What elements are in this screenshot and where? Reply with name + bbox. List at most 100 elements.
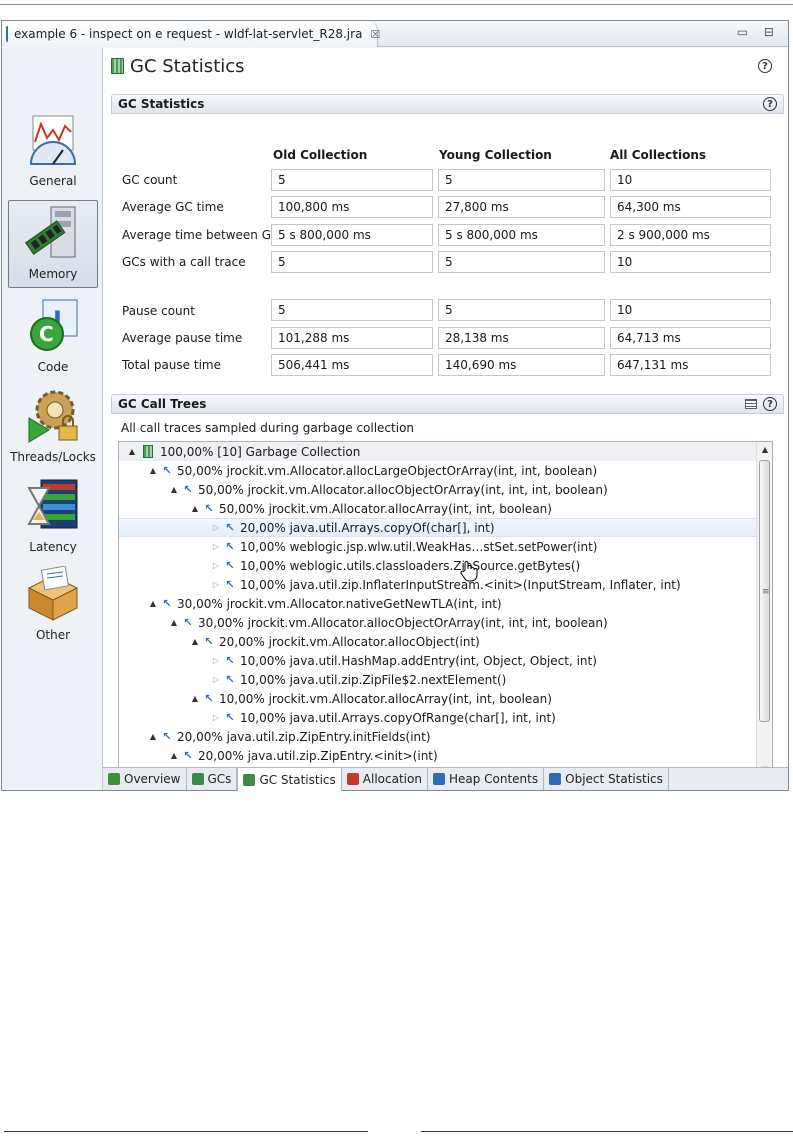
tree-row[interactable]: ▷ ↖ 10,00% java.util.HashMap.addEntry(int,…	[119, 651, 757, 670]
tab-overview[interactable]: Overview	[103, 768, 187, 790]
value-field[interactable]: 10	[610, 299, 771, 321]
tree-row-label: 10,00% java.util.zip.ZipFile$2.nextEleme…	[240, 672, 507, 687]
collapse-arrow-icon[interactable]: ▲	[146, 599, 160, 608]
collapse-arrow-icon[interactable]: ▲	[146, 732, 160, 741]
value-field[interactable]: 5	[271, 299, 433, 321]
trash-icon	[111, 58, 124, 74]
row-label-average-time-between-gc: Average time between GC	[122, 228, 280, 242]
scroll-thumb[interactable]: ≡	[759, 460, 770, 722]
tree-row[interactable]: ▲ ↖ 50,00% jrockit.vm.Allocator.allocLarge…	[119, 461, 757, 480]
value-field[interactable]: 5	[438, 251, 605, 273]
tree-row[interactable]: ▲ ↖ 30,00% jrockit.vm.Allocator.nativeGetN…	[119, 594, 757, 613]
tree-row[interactable]: ▲ ↖ 20,00% jrockit.vm.Allocator.allocObjec…	[119, 632, 757, 651]
method-arrow-icon: ↖	[225, 711, 235, 724]
value-field[interactable]: 100,800 ms	[271, 196, 433, 218]
column-header-all: All Collections	[610, 148, 706, 162]
expand-arrow-icon[interactable]: ▷	[209, 656, 223, 665]
value-field[interactable]: 647,131 ms	[610, 354, 771, 376]
box-icon	[25, 565, 81, 622]
collapse-arrow-icon[interactable]: ▲	[146, 466, 160, 475]
tab-allocation[interactable]: Allocation	[342, 768, 428, 790]
tree-row[interactable]: ▲ ↖ 20,00% java.util.zip.ZipEntry.<init>(i…	[119, 746, 757, 765]
page-title: GC Statistics	[130, 55, 245, 77]
tree-row[interactable]: ▲ ↖ 20,00% java.util.zip.ZipEntry.initFiel…	[119, 727, 757, 746]
tree-row-label: 10,00% java.util.HashMap.addEntry(int, O…	[240, 653, 597, 668]
help-icon[interactable]: ?	[763, 97, 777, 111]
call-tree[interactable]: ▲ 100,00% [10] Garbage Collection ▲ ↖ 50,00%…	[118, 441, 773, 779]
collapse-arrow-icon[interactable]: ▲	[167, 618, 181, 627]
method-arrow-icon: ↖	[225, 559, 235, 572]
tab-heap-contents[interactable]: Heap Contents	[428, 768, 545, 790]
tree-row[interactable]: ▲ ↖ 50,00% jrockit.vm.Allocator.allocArray…	[119, 499, 757, 518]
help-icon[interactable]: ?	[758, 59, 772, 73]
value-field[interactable]: 5 s 800,000 ms	[271, 224, 433, 246]
window-controls[interactable]: ▭ ⊟	[737, 25, 780, 39]
help-icon[interactable]: ?	[763, 397, 777, 411]
value-field[interactable]: 140,690 ms	[438, 354, 605, 376]
collapse-arrow-icon[interactable]: ▲	[188, 504, 202, 513]
row-label-total-pause-time: Total pause time	[122, 358, 221, 372]
value-field[interactable]: 28,138 ms	[438, 327, 605, 349]
tree-row-label: 10,00% weblogic.jsp.wlw.util.WeakHas…stS…	[240, 539, 598, 554]
scroll-up-arrow-icon[interactable]: ▲	[757, 442, 772, 458]
tree-row[interactable]: ▲ ↖ 30,00% jrockit.vm.Allocator.allocObjec…	[119, 613, 757, 632]
trash-icon	[191, 773, 204, 785]
editor-tab[interactable]: example 6 - inspect on e request - wldf-…	[2, 21, 380, 47]
value-field[interactable]: 5	[438, 299, 605, 321]
tree-row[interactable]: ▷ ↖ 10,00% weblogic.jsp.wlw.util.WeakHas…s…	[119, 537, 757, 556]
tab-gcs[interactable]: GCs	[187, 768, 238, 790]
expand-arrow-icon[interactable]: ▷	[209, 580, 223, 589]
gc-call-trees-section-header[interactable]: GC Call Trees ?	[111, 394, 784, 414]
object-stats-icon	[549, 773, 562, 785]
expand-arrow-icon[interactable]: ▷	[209, 542, 223, 551]
tree-row[interactable]: ▲ 100,00% [10] Garbage Collection	[119, 442, 757, 461]
method-arrow-icon: ↖	[204, 635, 214, 648]
value-field[interactable]: 506,441 ms	[271, 354, 433, 376]
value-field[interactable]: 27,800 ms	[438, 196, 605, 218]
row-label-gcs-with-call-trace: GCs with a call trace	[122, 255, 246, 269]
expand-arrow-icon[interactable]: ▷	[209, 713, 223, 722]
view-menu-icon[interactable]	[745, 399, 757, 409]
value-field[interactable]: 5	[271, 251, 433, 273]
value-field[interactable]: 5 s 800,000 ms	[438, 224, 605, 246]
value-field[interactable]: 101,288 ms	[271, 327, 433, 349]
tree-row-label: 20,00% java.util.Arrays.copyOf(char[], i…	[240, 520, 495, 535]
sidebar-item-memory[interactable]: Memory	[8, 200, 98, 288]
collapse-arrow-icon[interactable]: ▲	[188, 637, 202, 646]
collapse-arrow-icon[interactable]: ▲	[125, 447, 139, 456]
tree-row[interactable]: ▷ ↖ 10,00% java.util.Arrays.copyOfRange(ch…	[119, 708, 757, 727]
close-icon[interactable]: ☒	[370, 28, 380, 41]
value-field[interactable]: 5	[271, 169, 433, 191]
tree-row[interactable]: ▷ ↖ 10,00% java.util.zip.InflaterInputStre…	[119, 575, 757, 594]
tab-object-statistics[interactable]: Object Statistics	[544, 768, 669, 790]
tree-row[interactable]: ▷ ↖ 10,00% weblogic.utils.classloaders.Zip…	[119, 556, 757, 575]
tree-row[interactable]: ▲ ↖ 50,00% jrockit.vm.Allocator.allocObjec…	[119, 480, 757, 499]
value-field[interactable]: 10	[610, 251, 771, 273]
expand-arrow-icon[interactable]: ▷	[209, 675, 223, 684]
collapse-arrow-icon[interactable]: ▲	[167, 751, 181, 760]
value-field[interactable]: 64,713 ms	[610, 327, 771, 349]
trash-icon	[243, 773, 256, 786]
value-field[interactable]: 2 s 900,000 ms	[610, 224, 771, 246]
value-field[interactable]: 10	[610, 169, 771, 191]
tree-row[interactable]: ▷ ↖ 20,00% java.util.Arrays.copyOf(char[],…	[119, 518, 757, 537]
expand-arrow-icon[interactable]: ▷	[209, 523, 223, 532]
collapse-arrow-icon[interactable]: ▲	[167, 485, 181, 494]
gc-statistics-section-header[interactable]: GC Statistics ?	[111, 94, 784, 114]
method-arrow-icon: ↖	[204, 502, 214, 515]
sidebar-item-general[interactable]: General	[8, 106, 98, 194]
sidebar-item-threads-locks[interactable]: Threads/Locks	[8, 382, 98, 470]
tree-row[interactable]: ▲ ↖ 10,00% jrockit.vm.Allocator.allocArray…	[119, 689, 757, 708]
sidebar-item-code[interactable]: J C Code	[8, 292, 98, 380]
vertical-scrollbar[interactable]: ▲ ≡ ▼	[756, 442, 772, 778]
sidebar-item-other[interactable]: Other	[8, 560, 98, 648]
expand-arrow-icon[interactable]: ▷	[209, 561, 223, 570]
footer-rule-left	[4, 1131, 368, 1132]
collapse-arrow-icon[interactable]: ▲	[188, 694, 202, 703]
value-field[interactable]: 5	[438, 169, 605, 191]
title-bar: example 6 - inspect on e request - wldf-…	[2, 21, 788, 47]
tree-row[interactable]: ▷ ↖ 10,00% java.util.zip.ZipFile$2.nextEle…	[119, 670, 757, 689]
sidebar-item-latency[interactable]: Latency	[8, 472, 98, 560]
tab-gc-statistics[interactable]: GC Statistics	[237, 768, 342, 791]
value-field[interactable]: 64,300 ms	[610, 196, 771, 218]
